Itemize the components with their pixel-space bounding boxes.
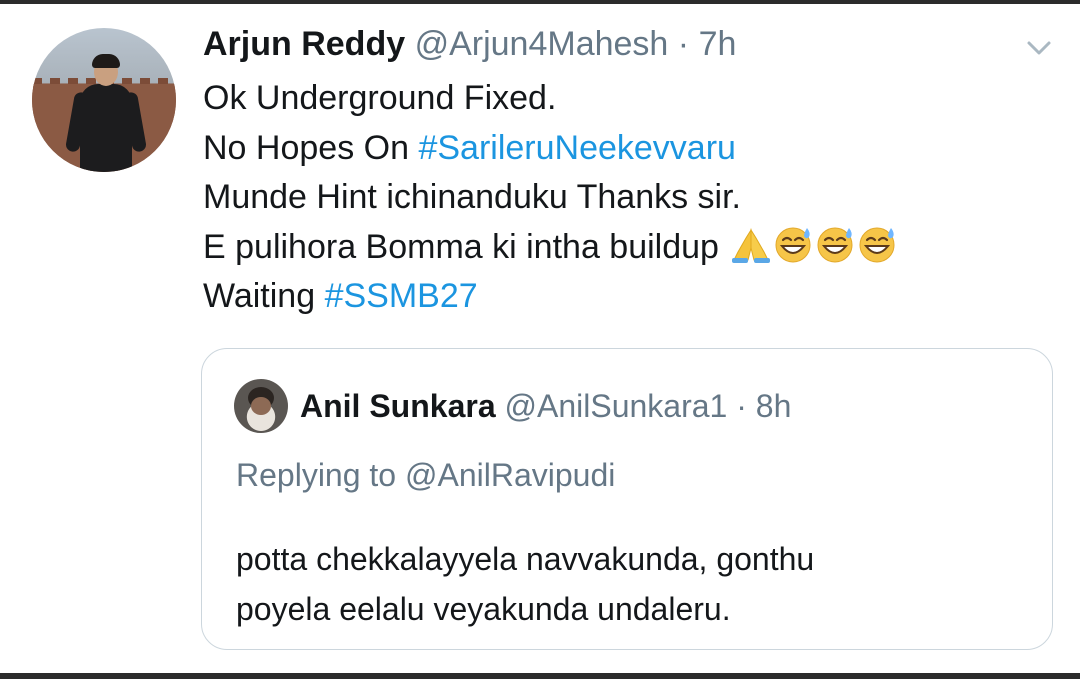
grinning-sweat-emoji — [859, 227, 895, 262]
quoted-author-name[interactable]: Anil Sunkara — [300, 388, 496, 424]
grinning-sweat-emoji — [775, 227, 811, 262]
quoted-tweet-text: potta chekkalayyela navvakunda, gonthu p… — [236, 534, 814, 634]
author-avatar[interactable] — [32, 28, 176, 172]
hashtag-link[interactable]: #SarileruNeekevvaru — [418, 129, 736, 167]
tweet-line: Munde Hint ichinanduku Thanks sir. — [203, 178, 742, 216]
separator-dot: · — [677, 25, 690, 63]
chevron-down-icon[interactable] — [1024, 38, 1054, 58]
quoted-tweet-line: potta chekkalayyela navvakunda, gonthu — [236, 541, 815, 577]
tweet-text: Ok Underground Fixed. No Hopes On #Saril… — [203, 74, 898, 322]
quoted-author-handle[interactable]: @AnilSunkara1 — [505, 388, 728, 424]
hashtag-link[interactable]: #SSMB27 — [325, 277, 478, 315]
avatar-person-hair — [92, 54, 120, 68]
tweet-timestamp[interactable]: 7h — [699, 25, 737, 63]
tweet-header: Arjun Reddy @Arjun4Mahesh · 7h — [203, 24, 736, 64]
folded-hands-emoji — [732, 227, 771, 263]
author-name[interactable]: Arjun Reddy — [203, 25, 405, 63]
avatar-person-body — [80, 84, 132, 172]
replying-to-label[interactable]: Replying to @AnilRavipudi — [236, 455, 615, 495]
tweet-line: E pulihora Bomma ki intha buildup — [203, 223, 898, 273]
author-handle[interactable]: @Arjun4Mahesh — [415, 25, 669, 63]
quoted-avatar-face — [251, 397, 271, 415]
quoted-tweet-header: Anil Sunkara @AnilSunkara1 · 8h — [300, 386, 791, 426]
grinning-sweat-emoji — [817, 227, 853, 262]
quoted-tweet-line: poyela eelalu veyakunda undaleru. — [236, 591, 731, 627]
tweet-line: Waiting #SSMB27 — [203, 277, 478, 315]
top-border — [0, 0, 1080, 4]
quoted-tweet-card[interactable]: Anil Sunkara @AnilSunkara1 · 8h Replying… — [201, 348, 1053, 650]
separator-dot: · — [736, 388, 747, 424]
quoted-tweet-timestamp[interactable]: 8h — [756, 388, 792, 424]
tweet-line: Ok Underground Fixed. — [203, 79, 557, 117]
tweet-line: No Hopes On #SarileruNeekevvaru — [203, 128, 736, 167]
bottom-border — [0, 673, 1080, 679]
quoted-author-avatar[interactable] — [234, 379, 288, 433]
